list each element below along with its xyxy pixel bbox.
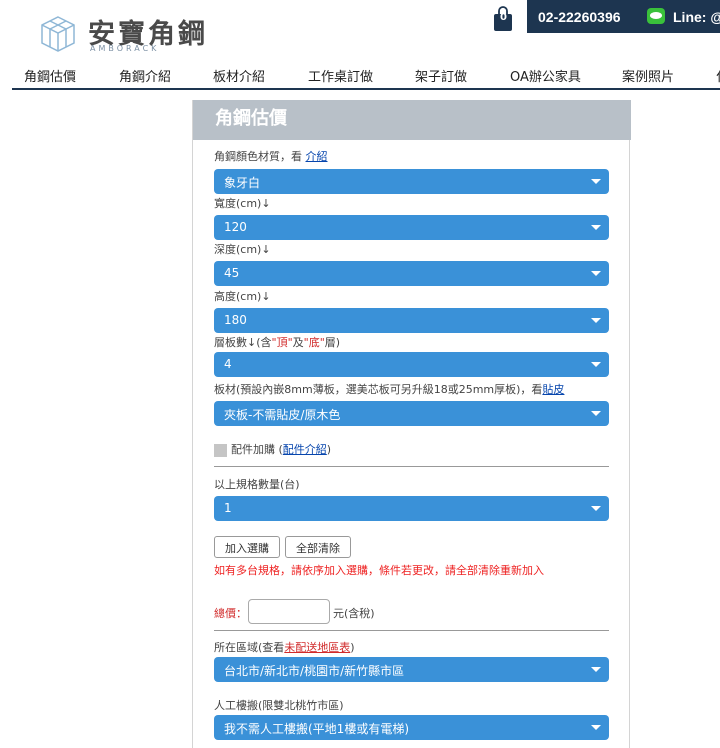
color-select[interactable]: 象牙白 (214, 169, 609, 194)
total-price-field[interactable] (248, 599, 330, 624)
labor-select[interactable]: 我不需人工樓搬(平地1樓或有電梯) (214, 715, 609, 740)
chevron-down-icon (591, 179, 601, 184)
nav-item-office-furniture[interactable]: OA辦公家具 (510, 66, 581, 85)
color-intro-link[interactable]: 介紹 (306, 150, 328, 163)
chevron-down-icon (591, 411, 601, 416)
accessory-intro-link[interactable]: 配件介紹 (283, 443, 327, 456)
region-label: 所在區域(查看未配送地區表) (214, 641, 355, 654)
nav-item-more[interactable]: 化 (716, 66, 720, 85)
labor-label: 人工樓搬(限雙北桃竹市區) (214, 699, 344, 712)
layers-select[interactable]: 4 (214, 352, 609, 377)
warning-text: 如有多台規格，請依序加入選購，條件若更改，請全部清除重新加入 (214, 564, 544, 577)
cube-logo-icon (41, 16, 75, 52)
chevron-down-icon (591, 362, 601, 367)
nav-item-photos[interactable]: 案例照片 (622, 66, 674, 85)
chevron-down-icon (591, 725, 601, 730)
accessory-checkbox[interactable] (214, 444, 227, 457)
chevron-down-icon (591, 667, 601, 672)
nav-item-angle-steel[interactable]: 角鋼介紹 (119, 66, 171, 85)
chevron-down-icon (591, 271, 601, 276)
width-label: 寬度(cm)↓ (214, 197, 271, 210)
main-nav: 角鋼估價 角鋼介紹 板材介紹 工作桌訂做 架子訂做 OA辦公家具 案例照片 化 (12, 61, 720, 90)
total-price-label: 總價： (214, 607, 247, 620)
chevron-down-icon (591, 318, 601, 323)
brand-logo[interactable]: 安寶角鋼 AMBORACK (38, 12, 218, 56)
nav-item-workbench[interactable]: 工作桌訂做 (308, 66, 373, 85)
veneer-link[interactable]: 貼皮 (542, 383, 564, 396)
height-select[interactable]: 180 (214, 308, 609, 333)
quantity-select[interactable]: 1 (214, 496, 609, 521)
line-app-icon[interactable] (647, 8, 665, 24)
estimate-form: 角鋼估價 角鋼顏色材質，看 介紹 象牙白 寬度(cm)↓ 120 深度(cm)↓… (192, 100, 631, 748)
non-delivery-link[interactable]: 未配送地區表 (284, 641, 350, 654)
board-label: 板材(預設內嵌8mm薄板，選美芯板可另升級18或25mm厚板)，看貼皮 (214, 383, 565, 396)
total-price-unit: 元(含稅) (333, 607, 375, 620)
chevron-down-icon (591, 225, 601, 230)
layers-label: 層板數↓(含"頂"及"底"層) (214, 336, 341, 349)
clear-all-button[interactable]: 全部清除 (285, 536, 351, 558)
cart-count-badge: 0 (500, 12, 507, 23)
divider (214, 466, 609, 467)
divider (214, 630, 609, 631)
height-label: 高度(cm)↓ (214, 290, 271, 303)
nav-item-shelves[interactable]: 架子訂做 (415, 66, 467, 85)
nav-item-estimate[interactable]: 角鋼估價 (24, 66, 76, 85)
chevron-down-icon (591, 506, 601, 511)
contact-bar: 02-22260396 Line: @ (527, 0, 720, 33)
brand-subtitle: AMBORACK (90, 44, 160, 53)
board-select[interactable]: 夾板-不需貼皮/原木色 (214, 401, 609, 426)
add-to-cart-button[interactable]: 加入選購 (214, 536, 280, 558)
depth-label: 深度(cm)↓ (214, 243, 271, 256)
nav-item-boards[interactable]: 板材介紹 (213, 66, 265, 85)
line-id[interactable]: Line: @ (673, 9, 720, 25)
phone-number[interactable]: 02-22260396 (538, 9, 621, 25)
accessory-label: 配件加購 (配件介紹) (231, 443, 332, 456)
form-header: 角鋼估價 (193, 100, 631, 140)
site-header: 安寶角鋼 AMBORACK 0 02-22260396 Line: @ (0, 0, 720, 60)
region-select[interactable]: 台北市/新北市/桃園市/新竹縣市區 (214, 657, 609, 682)
depth-select[interactable]: 45 (214, 261, 609, 286)
color-label: 角鋼顏色材質，看 介紹 (214, 150, 328, 163)
quantity-label: 以上規格數量(台) (214, 478, 300, 491)
width-select[interactable]: 120 (214, 215, 609, 240)
form-title: 角鋼估價 (215, 108, 287, 129)
